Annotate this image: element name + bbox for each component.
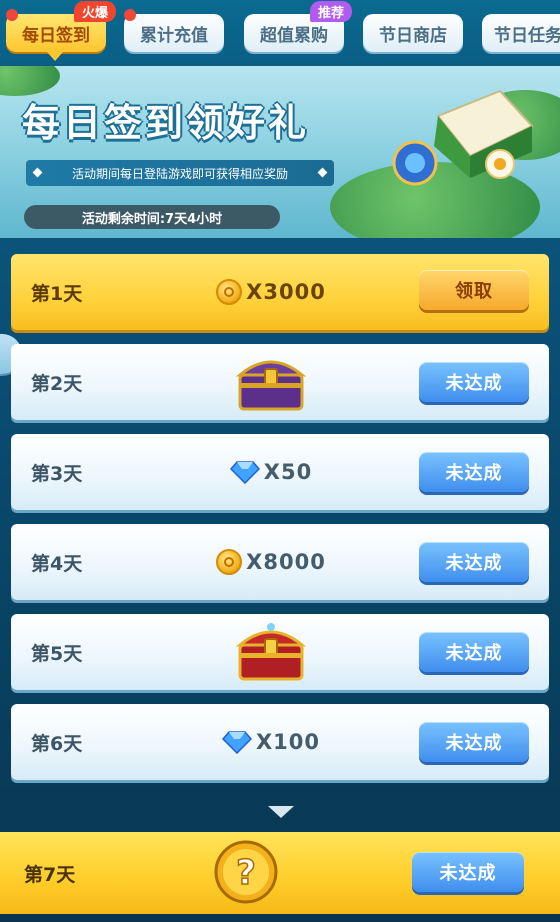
purple-treasure-chest-icon	[235, 360, 307, 411]
tab-festival-tasks[interactable]: 节日任务	[482, 14, 560, 52]
event-banner: 每日签到领好礼 活动期间每日登陆游戏即可获得相应奖励 活动剩余时间:7天4小时	[0, 66, 560, 238]
reward-amount: X3000	[246, 280, 326, 304]
reward	[191, 614, 351, 690]
red-treasure-chest-icon	[235, 623, 307, 681]
reward: X50	[191, 434, 351, 510]
tab-label: 累计充值	[140, 25, 208, 46]
day-row: 第4天 X8000 未达成	[11, 524, 549, 600]
svg-text:?: ?	[236, 853, 256, 893]
day-row: 第2天 未达成	[11, 344, 549, 420]
day-label: 第2天	[31, 372, 83, 395]
scroll-down-arrow-icon[interactable]	[268, 806, 294, 818]
reward-amount: X100	[255, 730, 321, 754]
reward	[191, 344, 351, 420]
tab-label: 超值累购	[260, 25, 328, 46]
banner-title: 每日签到领好礼	[22, 101, 310, 145]
reward: X100	[191, 704, 351, 780]
day-row: 第3天 X50 未达成	[11, 434, 549, 510]
hot-badge: 火爆	[74, 1, 117, 22]
notification-dot	[124, 9, 136, 21]
diamond-icon	[229, 461, 260, 484]
day-row: 第1天 X3000 领取	[11, 254, 549, 330]
not-reached-button[interactable]: 未达成	[419, 362, 529, 402]
active-tab-pointer	[47, 52, 63, 61]
gold-coin-icon	[216, 279, 243, 305]
day-row: 第5天 未达成	[11, 614, 549, 690]
tab-label: 节日任务	[494, 25, 560, 46]
gold-coin-icon	[216, 549, 243, 575]
day-label: 第3天	[31, 462, 83, 485]
not-reached-button[interactable]: 未达成	[419, 632, 529, 672]
tab-bar: 每日签到 火爆 累计充值 超值累购 推荐 节日商店 节日任务	[0, 0, 560, 64]
blue-orb-icon	[392, 140, 438, 186]
event-countdown: 活动剩余时间:7天4小时	[24, 205, 280, 229]
reward: X8000	[191, 524, 351, 600]
day-label: 第6天	[31, 732, 83, 755]
not-reached-button[interactable]: 未达成	[419, 542, 529, 582]
day-label: 第4天	[31, 552, 83, 575]
tab-cumulative-recharge[interactable]: 累计充值	[124, 14, 224, 52]
diamond-icon	[221, 731, 252, 754]
notification-dot	[6, 9, 18, 21]
not-reached-button[interactable]: 未达成	[419, 722, 529, 762]
not-reached-button[interactable]: 未达成	[412, 852, 524, 892]
tab-festival-shop[interactable]: 节日商店	[363, 14, 463, 52]
day-label: 第5天	[31, 642, 83, 665]
reward-amount: X8000	[246, 550, 326, 574]
claim-button[interactable]: 领取	[419, 270, 529, 310]
day-label: 第1天	[31, 282, 83, 305]
banner-description: 活动期间每日登陆游戏即可获得相应奖励	[26, 160, 334, 186]
final-day-row: 第7天 ? 未达成	[0, 832, 560, 914]
reward: X3000	[191, 254, 351, 330]
recommend-badge: 推荐	[310, 1, 353, 22]
day-label: 第7天	[24, 863, 76, 886]
day-row: 第6天 X100 未达成	[11, 704, 549, 780]
zongzi-illustration	[434, 89, 534, 179]
tab-label: 节日商店	[379, 25, 447, 46]
tab-label: 每日签到	[22, 25, 90, 46]
mystery-question-coin-icon: ?	[214, 840, 278, 904]
reward-amount: X50	[263, 460, 313, 484]
not-reached-button[interactable]: 未达成	[419, 452, 529, 492]
